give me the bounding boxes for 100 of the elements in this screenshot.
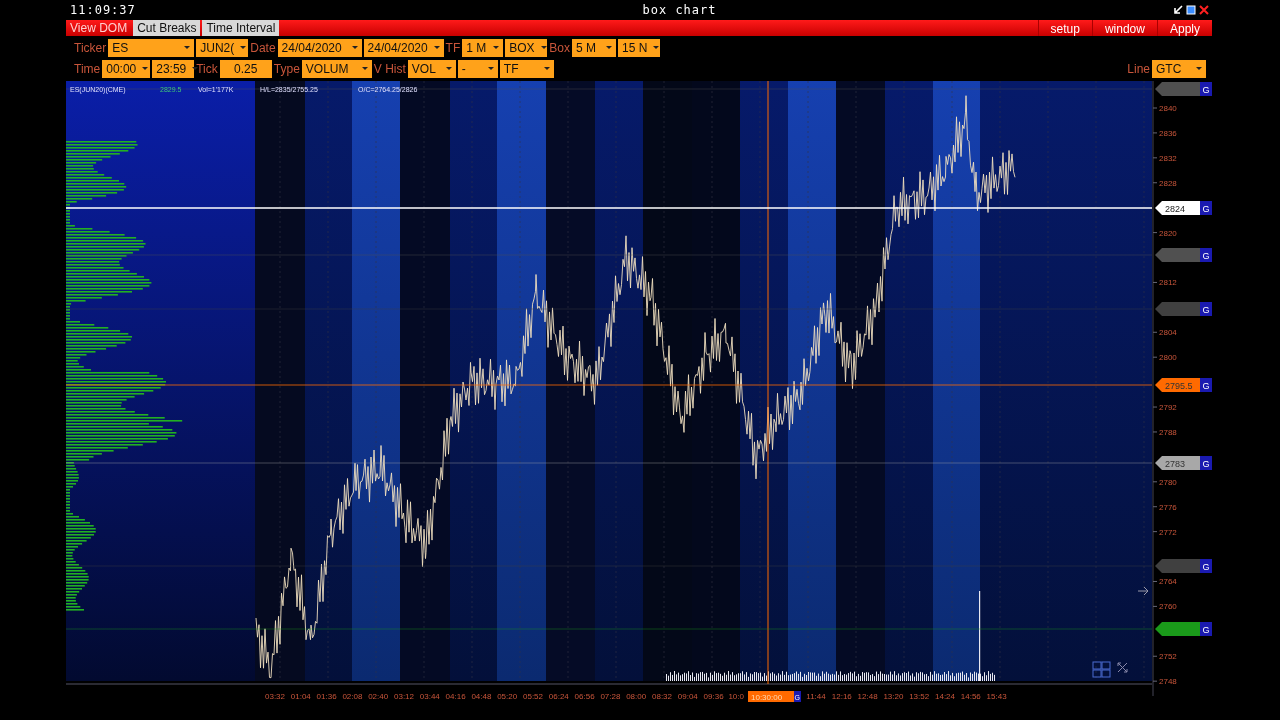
caret-icon bbox=[142, 67, 149, 70]
axis-label: 2836 bbox=[1159, 128, 1177, 138]
expand-icon[interactable] bbox=[1117, 662, 1128, 673]
dropdown[interactable]: JUN2( bbox=[196, 38, 249, 57]
axis-label: 13:20 bbox=[883, 692, 904, 701]
g-button[interactable]: G bbox=[1200, 201, 1212, 215]
field-label: Ticker bbox=[74, 39, 107, 57]
field-label: V Hist bbox=[373, 60, 406, 78]
field-label: TF bbox=[445, 39, 461, 57]
axis-label: 11:44 bbox=[806, 692, 826, 701]
axis-label: 12:16 bbox=[831, 692, 852, 701]
dropdown[interactable]: 1 M bbox=[462, 38, 504, 57]
g-button[interactable]: G bbox=[1200, 248, 1212, 262]
field-label: Time bbox=[74, 60, 101, 78]
axis-label: 2800 bbox=[1159, 353, 1177, 363]
axis-label: 01:04 bbox=[290, 692, 311, 701]
grid-icon[interactable] bbox=[1092, 661, 1111, 678]
caret-icon bbox=[653, 46, 660, 49]
axis-label: 08:00 bbox=[626, 692, 647, 701]
field-label: Box bbox=[549, 39, 570, 57]
axis-label: 2820 bbox=[1159, 228, 1177, 238]
dropdown[interactable]: 15 N bbox=[617, 38, 660, 57]
field-label: Type bbox=[273, 60, 300, 78]
menu-button[interactable]: window bbox=[1091, 20, 1157, 36]
g-button[interactable]: G bbox=[1200, 456, 1212, 470]
caret-icon bbox=[351, 46, 358, 49]
field-label: Date bbox=[250, 39, 276, 57]
axis-label: 06:24 bbox=[548, 692, 569, 701]
axis-label: 12:48 bbox=[857, 692, 878, 701]
minimize-icon[interactable] bbox=[1173, 5, 1183, 15]
axis-label: 2788 bbox=[1159, 427, 1177, 437]
axis-label: 04:16 bbox=[445, 692, 466, 701]
dropdown[interactable]: GTC bbox=[1152, 59, 1206, 78]
axis-label: 2764 bbox=[1159, 577, 1177, 587]
caret-icon bbox=[184, 46, 191, 49]
axis-label: 2776 bbox=[1159, 502, 1177, 512]
dropdown[interactable]: 00:00 bbox=[102, 59, 151, 78]
dropdown[interactable]: VOL bbox=[407, 59, 456, 78]
dropdown[interactable]: VOLUM bbox=[301, 59, 372, 78]
dropdown[interactable]: - bbox=[457, 59, 498, 78]
axis-label: 05:20 bbox=[497, 692, 518, 701]
input-field[interactable]: 0.25 bbox=[219, 59, 272, 78]
g-button[interactable]: G bbox=[1200, 378, 1212, 392]
axis-label: 2772 bbox=[1159, 527, 1177, 537]
dropdown[interactable]: ES bbox=[108, 38, 195, 57]
axis-label: 04:48 bbox=[471, 692, 492, 701]
axis-label: 03:12 bbox=[394, 692, 414, 701]
caret-icon bbox=[240, 46, 247, 49]
axis-label: 08:32 bbox=[652, 692, 672, 701]
menu-button[interactable]: setup bbox=[1037, 20, 1092, 36]
close-icon[interactable] bbox=[1199, 5, 1209, 15]
caret-icon bbox=[487, 67, 494, 70]
menu-button[interactable]: Apply bbox=[1156, 20, 1212, 36]
axis-label: 09:36 bbox=[703, 692, 724, 701]
axis-label: 02:40 bbox=[368, 692, 389, 701]
axis-label: 01:36 bbox=[316, 692, 337, 701]
clock-text: 11:09:37 bbox=[69, 2, 137, 19]
dropdown[interactable]: BOX bbox=[505, 38, 548, 57]
caret-icon bbox=[605, 46, 612, 49]
arrow-icon bbox=[1137, 586, 1149, 596]
caret-icon bbox=[445, 67, 452, 70]
axis-label: 13:52 bbox=[909, 692, 930, 701]
g-button[interactable]: G bbox=[1200, 302, 1212, 316]
axis-label: 14:24 bbox=[935, 692, 955, 701]
axis-label: 03:44 bbox=[419, 692, 440, 701]
g-button[interactable]: G bbox=[1200, 82, 1212, 96]
axis-label: 2748 bbox=[1159, 677, 1177, 687]
dropdown[interactable]: 5 M bbox=[571, 38, 616, 57]
cursor-time-label: 10:30:00 bbox=[748, 691, 794, 702]
menu-tab[interactable]: Cut Breaks bbox=[133, 20, 201, 36]
axis-label: 2832 bbox=[1159, 153, 1177, 163]
axis-label: 2780 bbox=[1159, 477, 1177, 487]
window-title: box chart bbox=[641, 2, 718, 19]
axis-label: 2812 bbox=[1159, 278, 1177, 288]
caret-icon bbox=[543, 67, 550, 70]
dropdown[interactable]: 24/04/2020 bbox=[277, 38, 362, 57]
caret-icon bbox=[540, 46, 547, 49]
axis-label: 2828 bbox=[1159, 178, 1177, 188]
field-label: Tick bbox=[196, 60, 218, 78]
menu-tab[interactable]: View DOM bbox=[66, 20, 132, 36]
axis-label: 05:52 bbox=[523, 692, 543, 701]
axis-label: 15:43 bbox=[986, 692, 1007, 701]
dropdown[interactable]: 24/04/2020 bbox=[363, 38, 444, 57]
axis-label: 2804 bbox=[1159, 328, 1177, 338]
caret-icon bbox=[433, 46, 440, 49]
axis-label: 2840 bbox=[1159, 104, 1177, 113]
axis-label: 2752 bbox=[1159, 652, 1177, 662]
dropdown[interactable]: TF bbox=[499, 59, 554, 78]
axis-label: 2760 bbox=[1159, 602, 1177, 612]
axis-label: 10:0 bbox=[728, 692, 744, 701]
g-button[interactable]: G bbox=[1200, 559, 1212, 573]
axis-label: 14:56 bbox=[960, 692, 981, 701]
caret-icon bbox=[1196, 67, 1202, 70]
g-button[interactable]: G bbox=[1200, 622, 1212, 636]
axis-label: 03:32 bbox=[265, 692, 285, 701]
restore-icon[interactable] bbox=[1186, 5, 1196, 15]
dropdown[interactable]: 23:59 bbox=[152, 59, 195, 78]
menu-tab[interactable]: Time Interval bbox=[202, 20, 280, 36]
caret-icon bbox=[493, 46, 500, 49]
axis-label: 2792 bbox=[1159, 403, 1177, 413]
